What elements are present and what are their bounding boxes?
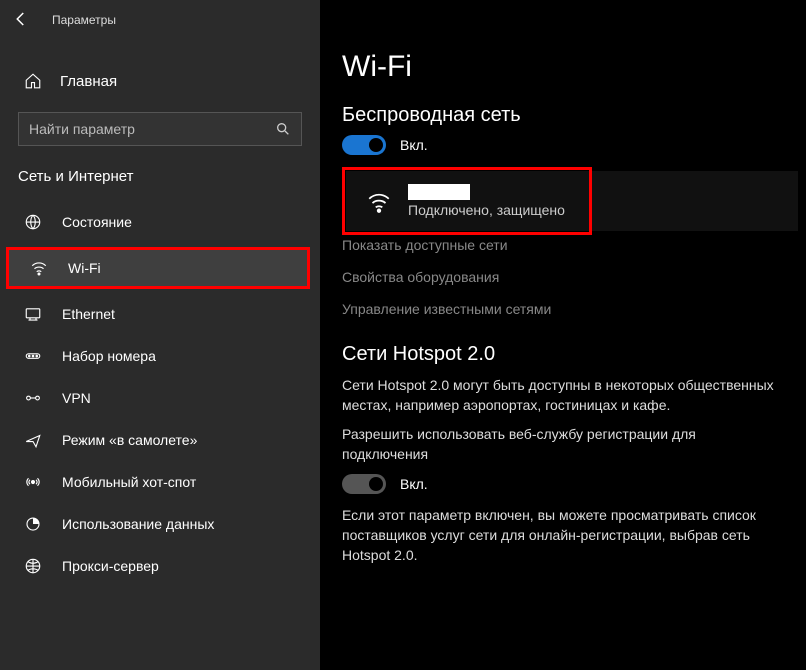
sidebar-item-hotspot[interactable]: Мобильный хот-спот xyxy=(0,461,320,503)
status-icon xyxy=(24,213,42,231)
sidebar-item-wifi[interactable]: Wi-Fi xyxy=(6,247,310,289)
home-button[interactable]: Главная xyxy=(0,62,320,100)
sidebar-item-label: Состояние xyxy=(62,214,132,230)
airplane-icon xyxy=(24,431,42,449)
back-icon[interactable] xyxy=(12,10,32,30)
sidebar-item-label: Мобильный хот-спот xyxy=(62,474,196,490)
search-input[interactable] xyxy=(19,121,275,137)
wifi-icon xyxy=(366,189,390,213)
nav-list: Состояние Wi-Fi Ethernet Набор номера xyxy=(0,201,320,587)
home-label: Главная xyxy=(60,73,117,90)
hotspot-toggle[interactable] xyxy=(342,474,386,494)
hotspot-icon xyxy=(24,473,42,491)
hotspot-desc2: Разрешить использовать веб-службу регист… xyxy=(342,425,784,464)
sidebar-item-dialup[interactable]: Набор номера xyxy=(0,335,320,377)
sidebar-item-label: Режим «в самолете» xyxy=(62,432,197,448)
sidebar-item-data-usage[interactable]: Использование данных xyxy=(0,503,320,545)
hotspot-heading: Сети Hotspot 2.0 xyxy=(342,343,784,366)
proxy-icon xyxy=(24,557,42,575)
ethernet-icon xyxy=(24,305,42,323)
data-usage-icon xyxy=(24,515,42,533)
sidebar-item-proxy[interactable]: Прокси-сервер xyxy=(0,545,320,587)
wifi-toggle-label: Вкл. xyxy=(400,137,428,153)
hotspot-desc3: Если этот параметр включен, вы можете пр… xyxy=(342,506,784,565)
vpn-icon xyxy=(24,389,42,407)
sidebar-item-label: Wi-Fi xyxy=(68,260,101,276)
manage-known-link[interactable]: Управление известными сетями xyxy=(342,293,784,325)
sidebar-item-label: Прокси-сервер xyxy=(62,558,159,574)
titlebar: Параметры xyxy=(0,0,320,40)
hotspot-toggle-label: Вкл. xyxy=(400,476,428,492)
sidebar: Параметры Главная Сеть и Интернет Состоя… xyxy=(0,0,320,670)
sidebar-item-status[interactable]: Состояние xyxy=(0,201,320,243)
wifi-toggle[interactable] xyxy=(342,135,386,155)
home-icon xyxy=(24,72,42,90)
network-name-redacted xyxy=(408,184,470,200)
sidebar-item-ethernet[interactable]: Ethernet xyxy=(0,293,320,335)
sidebar-item-airplane[interactable]: Режим «в самолете» xyxy=(0,419,320,461)
highlight-box-network: Подключено, защищено xyxy=(342,167,592,235)
hotspot-desc1: Сети Hotspot 2.0 могут быть доступны в н… xyxy=(342,376,784,415)
page-title: Wi-Fi xyxy=(342,50,784,84)
window-title: Параметры xyxy=(52,13,116,27)
sidebar-item-vpn[interactable]: VPN xyxy=(0,377,320,419)
search-input-wrap[interactable] xyxy=(18,112,302,146)
search-icon xyxy=(275,121,291,137)
sidebar-item-label: Использование данных xyxy=(62,516,214,532)
highlight-box-sidebar: Wi-Fi xyxy=(6,247,310,289)
sidebar-item-label: VPN xyxy=(62,390,91,406)
sidebar-item-label: Набор номера xyxy=(62,348,156,364)
sidebar-item-label: Ethernet xyxy=(62,306,115,322)
network-status: Подключено, защищено xyxy=(408,202,565,218)
wireless-heading: Беспроводная сеть xyxy=(342,104,784,127)
main-panel: Wi-Fi Беспроводная сеть Вкл. Подключено,… xyxy=(320,0,806,670)
wifi-icon xyxy=(30,259,48,277)
dialup-icon xyxy=(24,347,42,365)
hardware-props-link[interactable]: Свойства оборудования xyxy=(342,261,784,293)
section-title: Сеть и Интернет xyxy=(0,146,320,195)
current-network-card[interactable]: Подключено, защищено xyxy=(346,171,798,231)
